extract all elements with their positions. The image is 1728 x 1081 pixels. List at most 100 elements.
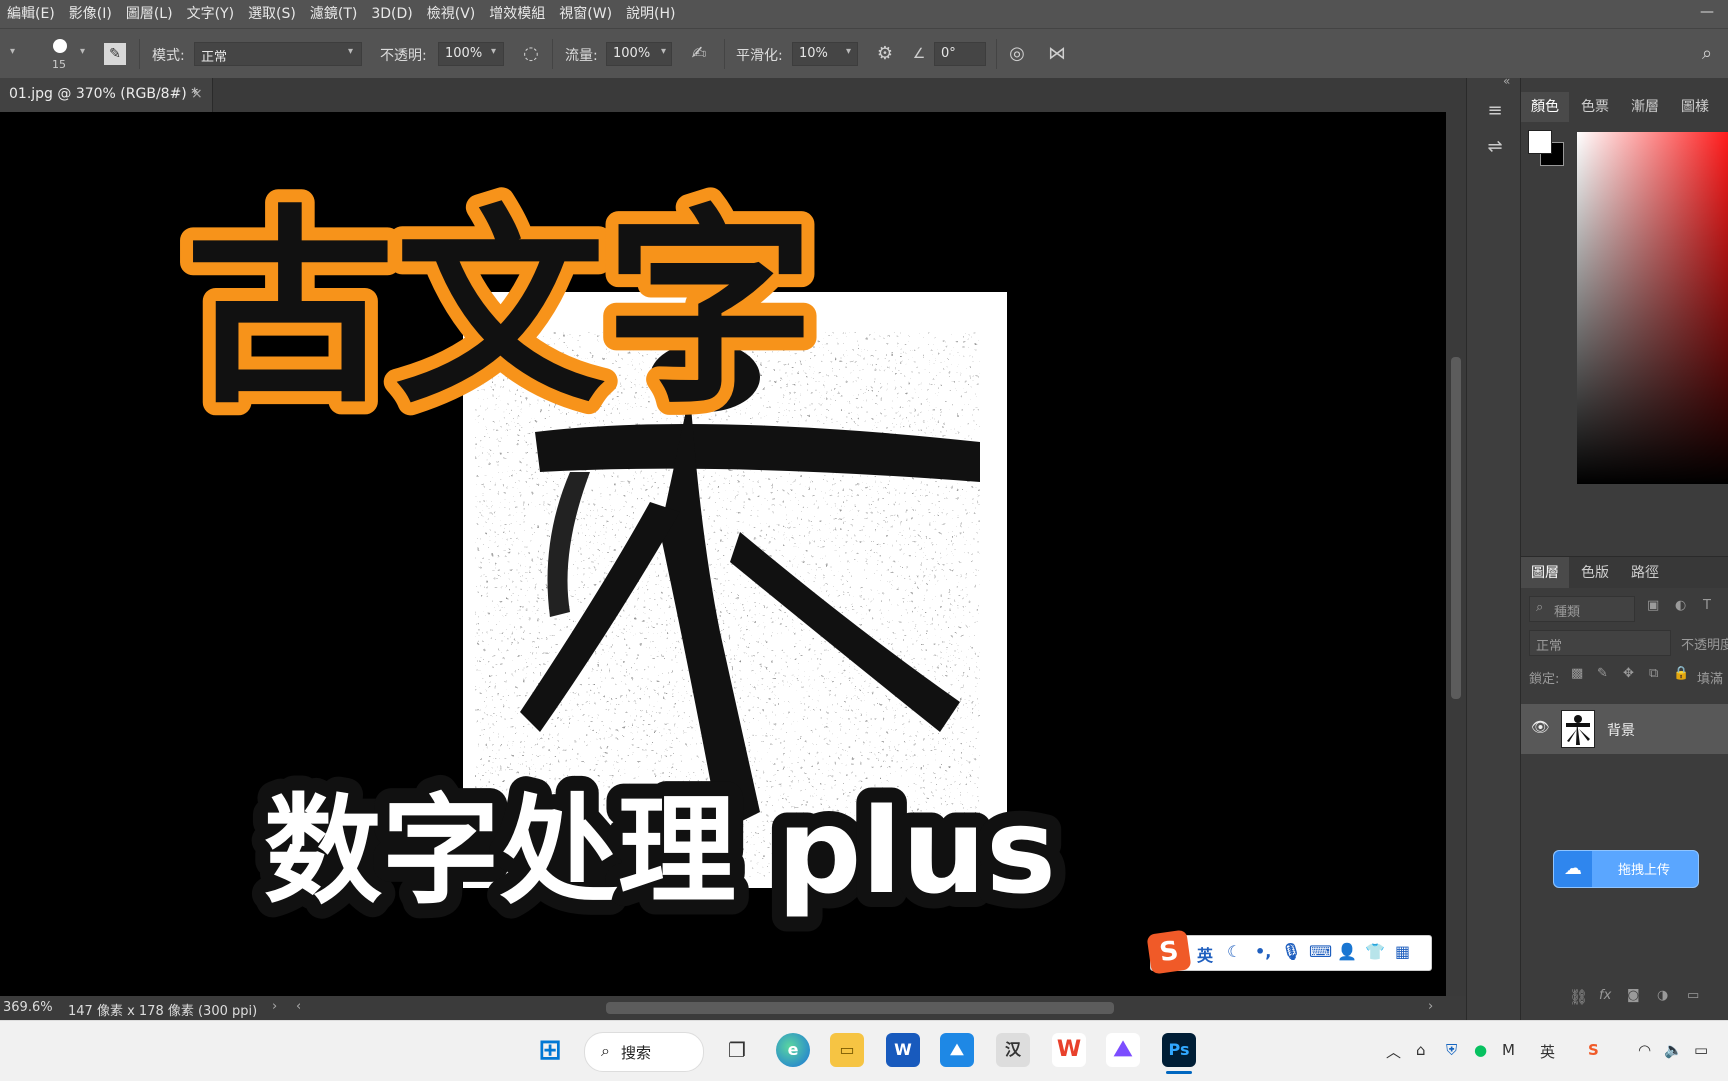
airbrush-icon[interactable]: ✍: [686, 41, 712, 67]
edge-browser-icon[interactable]: e: [776, 1033, 810, 1067]
minimize-icon[interactable]: —: [1700, 4, 1714, 20]
tab-gradients[interactable]: 漸層: [1621, 92, 1669, 122]
tab-color[interactable]: 顏色: [1521, 92, 1569, 122]
menu-view[interactable]: 檢視(V): [420, 0, 483, 28]
maps-icon[interactable]: ⛰: [940, 1033, 974, 1067]
brush-settings-icon[interactable]: ✎: [104, 43, 126, 65]
menu-edit[interactable]: 編輯(E): [0, 0, 62, 28]
microphone-icon[interactable]: 🎙: [1281, 942, 1301, 961]
add-mask-icon[interactable]: ◙: [1627, 988, 1640, 1003]
battery-icon[interactable]: ▭: [1694, 1041, 1708, 1059]
adjustment-layer-icon[interactable]: ◑: [1657, 988, 1668, 1003]
vertical-scrollbar[interactable]: [1446, 112, 1466, 996]
status-expand-chevron-icon[interactable]: ›: [272, 999, 277, 1014]
filter-type-icon[interactable]: T: [1703, 598, 1711, 613]
blend-mode-select[interactable]: 正常: [1529, 630, 1671, 656]
tab-paths[interactable]: 路徑: [1621, 557, 1669, 589]
canvas[interactable]: 古文字 数字处理 plus S 英 ☾ •, 🎙 ⌨ 👤 👕 ▦: [0, 112, 1446, 996]
taskbar-search[interactable]: ⌕ 搜索: [584, 1032, 704, 1072]
menu-help[interactable]: 說明(H): [619, 0, 682, 28]
menu-plugins[interactable]: 增效模組: [482, 0, 552, 28]
brush-settings-panel-icon[interactable]: ≡: [1481, 100, 1509, 128]
upload-button[interactable]: ☁ 拖拽上传: [1553, 850, 1699, 888]
link-layers-icon[interactable]: ⛓: [1569, 988, 1588, 1006]
moon-icon[interactable]: ☾: [1227, 942, 1241, 961]
lock-position-icon[interactable]: ✥: [1623, 666, 1634, 681]
hanzi-app-icon[interactable]: 汉: [996, 1033, 1030, 1067]
security-shield-icon[interactable]: ⛨: [1446, 1041, 1457, 1059]
mode-select[interactable]: 正常: [194, 42, 362, 66]
menu-3d[interactable]: 3D(D): [364, 0, 419, 28]
tab-layers[interactable]: 圖層: [1521, 557, 1569, 589]
symmetry-butterfly-icon[interactable]: ⋈: [1044, 41, 1070, 67]
tool-preset-chevron-icon[interactable]: ▾: [10, 46, 15, 57]
scroll-left-icon[interactable]: ‹: [296, 999, 301, 1014]
zoom-level[interactable]: 369.6%: [3, 1000, 53, 1015]
usb-icon[interactable]: ⌂: [1416, 1041, 1426, 1059]
windows-start-icon[interactable]: ⊞: [533, 1033, 567, 1067]
layer-row[interactable]: 👁 背景: [1521, 704, 1728, 754]
menu-filter[interactable]: 濾鏡(T): [303, 0, 364, 28]
flow-chevron-icon[interactable]: ▾: [661, 46, 666, 57]
eye-visibility-icon[interactable]: 👁: [1531, 718, 1550, 736]
wechat-icon[interactable]: ●: [1474, 1041, 1487, 1059]
menu-select[interactable]: 選取(S): [241, 0, 303, 28]
document-tab[interactable]: 01.jpg @ 370% (RGB/8#) * ×: [0, 78, 213, 112]
filter-image-icon[interactable]: ▣: [1647, 598, 1659, 613]
lock-transparency-icon[interactable]: ▩: [1571, 666, 1583, 681]
skin-shirt-icon[interactable]: 👕: [1365, 942, 1385, 961]
photos-icon[interactable]: ⛰: [1106, 1033, 1140, 1067]
color-picker-field[interactable]: [1577, 132, 1728, 484]
user-icon[interactable]: 👤: [1337, 942, 1357, 961]
foreground-color-swatch[interactable]: [1528, 130, 1552, 154]
grid-menu-icon[interactable]: ▦: [1395, 942, 1410, 961]
ime-language[interactable]: 英: [1197, 942, 1213, 966]
photoshop-icon[interactable]: Ps: [1162, 1033, 1196, 1067]
tab-patterns[interactable]: 圖樣: [1671, 92, 1719, 122]
close-icon[interactable]: ×: [191, 86, 203, 102]
new-group-folder-icon[interactable]: ▭: [1687, 988, 1699, 1003]
adjustments-sliders-icon[interactable]: ⇌: [1481, 136, 1509, 164]
smoothing-value: 10%: [799, 46, 828, 61]
pressure-size-icon[interactable]: ◎: [1004, 41, 1030, 67]
sogou-logo-icon[interactable]: S: [1146, 929, 1192, 975]
menu-window[interactable]: 視窗(W): [552, 0, 619, 28]
wps-icon[interactable]: W: [1052, 1033, 1086, 1067]
file-explorer-icon[interactable]: ▭: [830, 1033, 864, 1067]
menu-layer[interactable]: 圖層(L): [119, 0, 180, 28]
task-view-icon[interactable]: ❐: [720, 1033, 754, 1067]
collapse-panels-icon[interactable]: «: [1503, 74, 1510, 88]
lock-artboard-icon[interactable]: ⧉: [1649, 666, 1658, 681]
filter-adjustment-icon[interactable]: ◐: [1675, 598, 1686, 613]
ime-mode-icon[interactable]: M: [1502, 1041, 1515, 1059]
tab-swatches[interactable]: 色票: [1571, 92, 1619, 122]
sogou-tray-icon[interactable]: S: [1588, 1041, 1599, 1059]
tray-input-language[interactable]: 英: [1540, 1041, 1555, 1062]
angle-field[interactable]: 0°: [934, 42, 986, 66]
punctuation-icon[interactable]: •,: [1255, 942, 1271, 961]
pressure-opacity-icon[interactable]: ◌: [518, 41, 544, 67]
menu-type[interactable]: 文字(Y): [180, 0, 241, 28]
scroll-right-icon[interactable]: ›: [1428, 999, 1433, 1014]
gear-icon[interactable]: ⚙: [872, 41, 898, 67]
opacity-chevron-icon[interactable]: ▾: [491, 46, 496, 57]
fx-icon[interactable]: fx: [1599, 988, 1611, 1003]
ime-toolbar[interactable]: S 英 ☾ •, 🎙 ⌨ 👤 👕 ▦: [1146, 929, 1432, 975]
horizontal-scroll-thumb[interactable]: [606, 1002, 1114, 1014]
vertical-scroll-thumb[interactable]: [1451, 357, 1461, 699]
brush-tip-icon[interactable]: [53, 39, 67, 53]
tab-channels[interactable]: 色版: [1571, 557, 1619, 589]
smoothing-chevron-icon[interactable]: ▾: [846, 46, 851, 57]
lock-all-icon[interactable]: 🔒: [1673, 666, 1689, 681]
volume-icon[interactable]: 🔈: [1664, 1041, 1683, 1059]
wifi-icon[interactable]: ◠: [1638, 1041, 1651, 1059]
lock-pixels-brush-icon[interactable]: ✎: [1597, 666, 1608, 681]
layer-filter-select[interactable]: ⌕ 種類: [1529, 596, 1635, 622]
keyboard-icon[interactable]: ⌨: [1309, 942, 1332, 961]
search-icon: ⌕: [601, 1041, 610, 1060]
brush-picker-chevron-icon[interactable]: ▾: [80, 46, 85, 57]
chevron-up-icon[interactable]: ︿: [1386, 1041, 1401, 1062]
word-icon[interactable]: W: [886, 1033, 920, 1067]
search-icon[interactable]: ⌕: [1694, 41, 1720, 67]
menu-image[interactable]: 影像(I): [62, 0, 119, 28]
